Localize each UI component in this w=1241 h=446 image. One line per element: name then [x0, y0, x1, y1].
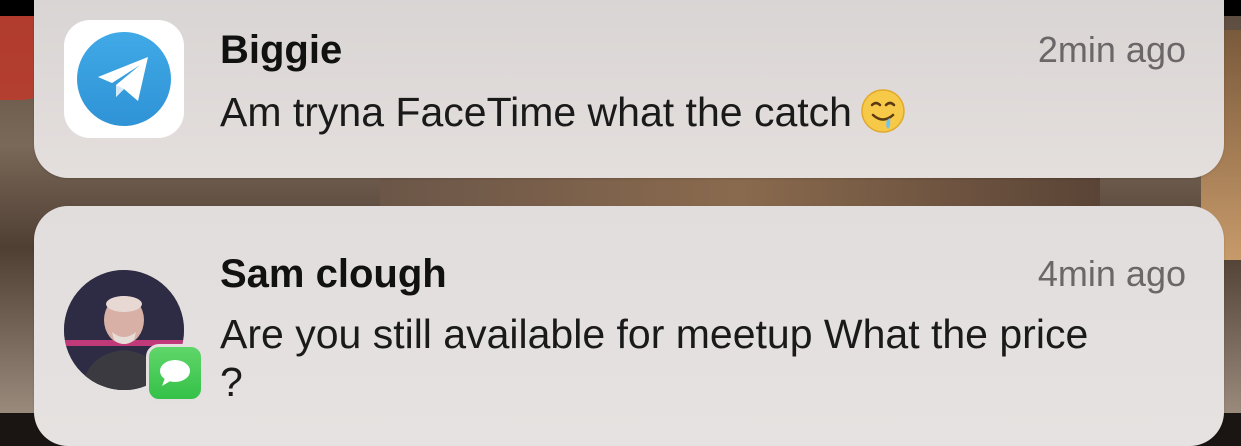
- notification-message: Are you still available for meetup What …: [220, 311, 1089, 405]
- telegram-icon: [64, 20, 184, 138]
- notification-messages[interactable]: Sam clough 4min ago Are you still availa…: [34, 206, 1224, 446]
- notification-message: Am tryna FaceTime what the catch: [220, 88, 906, 136]
- notification-timestamp: 4min ago: [1037, 253, 1186, 294]
- notification-sender: Sam clough: [220, 252, 447, 296]
- messages-icon: [146, 344, 204, 402]
- drooling-face-emoji: [861, 89, 905, 133]
- notification-telegram[interactable]: Biggie 2min ago Am tryna FaceTime what t…: [34, 0, 1224, 178]
- paper-plane-icon: [98, 57, 148, 101]
- notification-message-text: Am tryna FaceTime what the catch: [220, 89, 852, 135]
- telegram-logo: [77, 32, 171, 126]
- speech-bubble-icon: [160, 360, 190, 386]
- notification-sender: Biggie: [220, 28, 343, 72]
- notification-timestamp: 2min ago: [1037, 29, 1186, 70]
